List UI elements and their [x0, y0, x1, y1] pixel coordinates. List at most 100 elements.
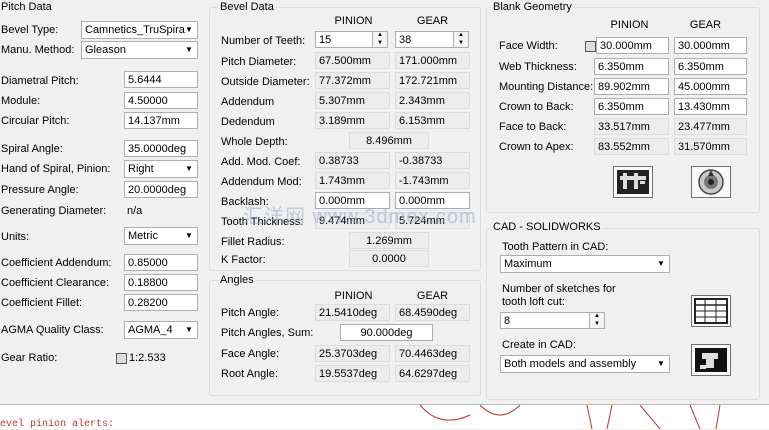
- generating-diameter-label: Generating Diameter:: [1, 205, 107, 217]
- pitch-data-title: Pitch Data: [1, 1, 52, 13]
- pinion-teeth-stepper[interactable]: 15 ▲ ▼: [315, 31, 388, 48]
- gear-add-mod-coef: -0.38733: [395, 152, 470, 169]
- pitch-angles-sum-field[interactable]: 90.000deg: [340, 324, 433, 341]
- gear-view-icon: [698, 169, 724, 195]
- calipers-button[interactable]: [613, 166, 653, 198]
- calipers-icon: [617, 170, 649, 194]
- gear-web-thickness-field[interactable]: 6.350mm: [674, 58, 747, 75]
- create-assembly-button[interactable]: [691, 344, 731, 376]
- agma-class-select[interactable]: AGMA_4 ▼: [124, 321, 198, 339]
- crown-to-back-label: Crown to Back:: [499, 101, 574, 113]
- fillet-radius-label: Fillet Radius:: [221, 236, 285, 248]
- coef-clearance-field[interactable]: 0.18800: [124, 274, 198, 291]
- angles-title: Angles: [218, 274, 256, 286]
- circular-pitch-field[interactable]: 14.137mm: [124, 112, 198, 129]
- pinion-addendum: 5.307mm: [315, 92, 390, 109]
- tooth-pattern-select[interactable]: Maximum ▼: [500, 255, 670, 273]
- gear-view-button[interactable]: [691, 166, 731, 198]
- k-factor-value: 0.0000: [349, 250, 429, 267]
- pinion-addendum-mod: 1.743mm: [315, 172, 390, 189]
- chevron-down-icon: ▼: [185, 164, 193, 173]
- watermark-text: 汇洋网 www.3dmox.com: [243, 206, 477, 228]
- face-width-checkbox[interactable]: [585, 41, 596, 52]
- whole-depth-label: Whole Depth:: [221, 136, 288, 148]
- gear-addendum: 2.343mm: [395, 92, 470, 109]
- create-in-cad-label: Create in CAD:: [502, 339, 576, 351]
- spiral-angle-field[interactable]: 35.0000deg: [124, 140, 198, 157]
- gear-face-width-field[interactable]: 30.000mm: [674, 37, 747, 54]
- coef-fillet-field[interactable]: 0.28200: [124, 294, 198, 311]
- gear-ratio-value: 1:2.533: [129, 352, 166, 364]
- addendum-label: Addendum: [221, 96, 275, 108]
- chevron-down-icon: ▼: [185, 45, 193, 54]
- diametral-pitch-field[interactable]: 5.6444: [124, 71, 198, 88]
- pinion-outside-diameter: 77.372mm: [315, 72, 390, 89]
- gear-ratio-checkbox[interactable]: [116, 353, 127, 364]
- pinion-add-mod-coef: 0.38733: [315, 152, 390, 169]
- spin-arrows-icon[interactable]: ▲ ▼: [453, 32, 468, 47]
- units-select[interactable]: Metric ▼: [124, 227, 198, 245]
- hand-of-spiral-select[interactable]: Right ▼: [124, 160, 198, 178]
- module-field[interactable]: 4.50000: [124, 92, 198, 109]
- gear-teeth-stepper[interactable]: 38 ▲ ▼: [395, 31, 469, 48]
- circular-pitch-label: Circular Pitch:: [1, 115, 70, 127]
- gear-crown-to-back-field[interactable]: 13.430mm: [674, 98, 747, 115]
- face-angle-label: Face Angle:: [221, 348, 280, 360]
- whole-depth-value: 8.496mm: [349, 132, 429, 149]
- table-icon: [694, 298, 728, 324]
- pinion-web-thickness-field[interactable]: 6.350mm: [594, 58, 669, 75]
- pinion-root-angle: 19.5537deg: [315, 365, 390, 382]
- teeth-label: Number of Teeth:: [221, 35, 306, 47]
- alerts-text: evel pinion alerts:: [0, 419, 115, 430]
- chevron-down-icon: ▼: [185, 325, 193, 334]
- background-drawing-icon: [419, 405, 721, 429]
- outside-diameter-label: Outside Diameter:: [221, 76, 310, 88]
- spin-arrows-icon[interactable]: ▲ ▼: [589, 313, 604, 328]
- gear-addendum-mod: -1.743mm: [395, 172, 470, 189]
- coef-addendum-field[interactable]: 0.85000: [124, 254, 198, 271]
- tooth-pattern-label: Tooth Pattern in CAD:: [502, 241, 609, 253]
- coef-fillet-label: Coefficient Fillet:: [1, 297, 83, 309]
- addendum-mod-label: Addendum Mod:: [221, 176, 302, 188]
- gear-face-to-back: 23.477mm: [674, 118, 747, 135]
- blank-gear-header: GEAR: [689, 19, 722, 31]
- pitch-angles-sum-label: Pitch Angles, Sum:: [221, 327, 314, 339]
- face-width-label: Face Width:: [499, 40, 558, 52]
- hand-of-spiral-label: Hand of Spiral, Pinion:: [1, 163, 111, 175]
- bevel-type-label: Bevel Type:: [1, 24, 59, 36]
- pinion-face-width-field[interactable]: 30.000mm: [596, 37, 669, 54]
- pinion-crown-to-back-field[interactable]: 6.350mm: [594, 98, 669, 115]
- pinion-mounting-distance-field[interactable]: 89.902mm: [594, 78, 669, 95]
- angles-pinion-header: PINION: [334, 290, 373, 302]
- pressure-angle-label: Pressure Angle:: [1, 184, 79, 196]
- k-factor-label: K Factor:: [221, 254, 266, 266]
- bevel-type-select[interactable]: Camnetics_TruSpira ▼: [81, 21, 198, 39]
- chevron-down-icon: ▼: [657, 259, 665, 268]
- bevel-gear-header: GEAR: [416, 15, 449, 27]
- pressure-angle-field[interactable]: 20.0000deg: [124, 181, 198, 198]
- gear-ratio-label: Gear Ratio:: [1, 352, 58, 364]
- gear-mounting-distance-field[interactable]: 45.000mm: [674, 78, 747, 95]
- chevron-down-icon: ▼: [185, 25, 193, 34]
- manu-method-select[interactable]: Gleason ▼: [81, 41, 198, 59]
- blank-pinion-header: PINION: [610, 19, 649, 31]
- table-button[interactable]: [691, 295, 731, 327]
- gear-root-angle: 64.6297deg: [395, 365, 470, 382]
- create-in-cad-select[interactable]: Both models and assembly ▼: [500, 355, 670, 373]
- sketches-stepper[interactable]: 8 ▲ ▼: [500, 312, 605, 329]
- mounting-distance-label: Mounting Distance:: [499, 81, 594, 93]
- spiral-angle-label: Spiral Angle:: [1, 143, 63, 155]
- dedendum-label: Dedendum: [221, 116, 275, 128]
- web-thickness-label: Web Thickness:: [499, 61, 577, 73]
- module-label: Module:: [1, 95, 41, 107]
- diametral-pitch-label: Diametral Pitch:: [1, 75, 79, 87]
- add-mod-coef-label: Add. Mod. Coef:: [221, 156, 301, 168]
- gear-crown-to-apex: 31.570mm: [674, 138, 747, 155]
- units-label: Units:: [1, 231, 30, 243]
- agma-class-label: AGMA Quality Class:: [1, 324, 104, 336]
- spin-arrows-icon[interactable]: ▲ ▼: [372, 32, 387, 47]
- crown-to-apex-label: Crown to Apex:: [499, 141, 574, 153]
- gear-outside-diameter: 172.721mm: [395, 72, 470, 89]
- alerts-area: evel pinion alerts:: [0, 404, 769, 430]
- create-assembly-icon: [695, 348, 727, 372]
